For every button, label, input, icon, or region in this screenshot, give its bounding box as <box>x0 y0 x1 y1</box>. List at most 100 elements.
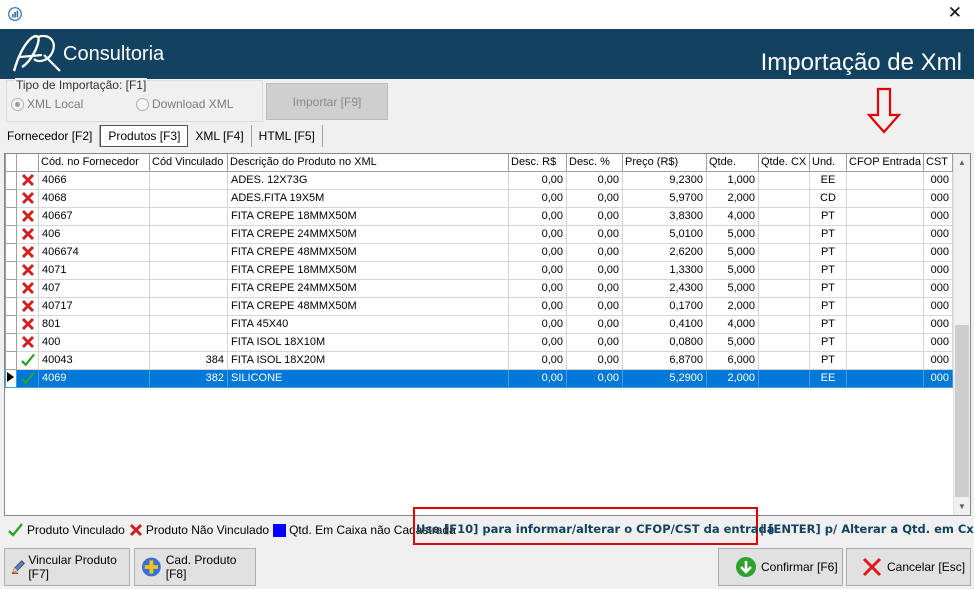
row-indicator[interactable] <box>5 170 17 190</box>
cell-und[interactable]: EE <box>809 170 847 190</box>
col-descricao[interactable]: Descrição do Produto no XML <box>227 154 509 172</box>
cell-desc-rs[interactable]: 0,00 <box>508 188 567 208</box>
cell-desc-rs[interactable]: 0,00 <box>508 242 567 262</box>
cell-desc-rs[interactable]: 0,00 <box>508 260 567 280</box>
cell-qtde[interactable]: 5,000 <box>706 278 759 298</box>
cell-preco[interactable]: 2,4300 <box>622 278 707 298</box>
table-row[interactable]: 407 FITA CREPE 24MMX50M 0,00 0,00 2,4300 5,00… <box>5 278 953 298</box>
cell-preco[interactable]: 5,2900 <box>622 368 707 388</box>
col-cst[interactable]: CST <box>923 154 953 172</box>
col-desc-rs[interactable]: Desc. R$ <box>508 154 567 172</box>
close-icon[interactable]: ✕ <box>948 3 962 23</box>
cell-desc-rs[interactable]: 0,00 <box>508 314 567 334</box>
cell-vinc[interactable]: 382 <box>149 368 228 388</box>
cell-cod[interactable]: 40717 <box>38 296 150 316</box>
cell-cfop[interactable] <box>846 332 924 352</box>
cell-vinc[interactable] <box>149 314 228 334</box>
cell-vinc[interactable] <box>149 224 228 244</box>
cell-cod[interactable]: 407 <box>38 278 150 298</box>
col-qtde[interactable]: Qtde. <box>706 154 759 172</box>
cell-cfop[interactable] <box>846 224 924 244</box>
cell-cod[interactable]: 4071 <box>38 260 150 280</box>
table-row[interactable]: 40667 FITA CREPE 18MMX50M 0,00 0,00 3,8300 4,… <box>5 206 953 226</box>
cell-desc-rs[interactable]: 0,00 <box>508 296 567 316</box>
cell-cod[interactable]: 801 <box>38 314 150 334</box>
col-und[interactable]: Und. <box>809 154 847 172</box>
cell-cst[interactable]: 000 <box>923 170 953 190</box>
radio-download-xml[interactable]: Download XML <box>136 97 233 111</box>
cell-und[interactable]: PT <box>809 278 847 298</box>
cancelar-button[interactable]: Cancelar [Esc] <box>846 548 971 586</box>
cell-desc-pct[interactable]: 0,00 <box>566 242 623 262</box>
table-row[interactable]: 4066 ADES. 12X73G 0,00 0,00 9,2300 1,000 EE 000 <box>5 170 953 190</box>
cell-desc-pct[interactable]: 0,00 <box>566 368 623 388</box>
cell-cod[interactable]: 4069 <box>38 368 150 388</box>
row-indicator[interactable] <box>5 242 17 262</box>
vertical-scrollbar[interactable]: ▲ ▼ <box>953 154 970 515</box>
cell-qtde-cx[interactable] <box>758 278 810 298</box>
table-row[interactable]: 40043 384 FITA ISOL 18X20M 0,00 0,00 6,8700 6,… <box>5 350 953 370</box>
table-row[interactable]: 406674 FITA CREPE 48MMX50M 0,00 0,00 2,6200 5… <box>5 242 953 262</box>
cell-cfop[interactable] <box>846 350 924 370</box>
table-row[interactable]: 406 FITA CREPE 24MMX50M 0,00 0,00 5,0100 5,00… <box>5 224 953 244</box>
row-indicator[interactable] <box>5 206 17 226</box>
row-indicator[interactable] <box>5 278 17 298</box>
cell-vinc[interactable] <box>149 260 228 280</box>
cell-desc[interactable]: FITA ISOL 18X10M <box>227 332 509 352</box>
cell-cod[interactable]: 40667 <box>38 206 150 226</box>
cell-cst[interactable]: 000 <box>923 278 953 298</box>
cell-vinc[interactable] <box>149 170 228 190</box>
cell-qtde-cx[interactable] <box>758 224 810 244</box>
col-qtde-cx[interactable]: Qtde. CX <box>758 154 810 172</box>
cell-qtde[interactable]: 5,000 <box>706 332 759 352</box>
cell-desc-rs[interactable]: 0,00 <box>508 350 567 370</box>
cell-qtde-cx[interactable] <box>758 368 810 388</box>
cell-cfop[interactable] <box>846 314 924 334</box>
cell-qtde[interactable]: 6,000 <box>706 350 759 370</box>
cell-preco[interactable]: 0,0800 <box>622 332 707 352</box>
radio-xml-local[interactable]: XML Local <box>11 97 83 111</box>
cell-qtde-cx[interactable] <box>758 350 810 370</box>
cell-cst[interactable]: 000 <box>923 296 953 316</box>
scroll-thumb[interactable] <box>955 325 969 497</box>
cell-cst[interactable]: 000 <box>923 242 953 262</box>
cell-preco[interactable]: 6,8700 <box>622 350 707 370</box>
cell-cod[interactable]: 406674 <box>38 242 150 262</box>
cell-desc-pct[interactable]: 0,00 <box>566 296 623 316</box>
cell-und[interactable]: PT <box>809 314 847 334</box>
cell-desc-rs[interactable]: 0,00 <box>508 278 567 298</box>
cell-qtde[interactable]: 5,000 <box>706 260 759 280</box>
cell-vinc[interactable] <box>149 206 228 226</box>
table-row[interactable]: 4068 ADES.FITA 19X5M 0,00 0,00 5,9700 2,000 CD… <box>5 188 953 208</box>
cell-preco[interactable]: 0,4100 <box>622 314 707 334</box>
cell-desc-rs[interactable]: 0,00 <box>508 206 567 226</box>
table-row[interactable]: 4071 FITA CREPE 18MMX50M 0,00 0,00 1,3300 5,0… <box>5 260 953 280</box>
cell-vinc[interactable] <box>149 296 228 316</box>
cell-preco[interactable]: 5,0100 <box>622 224 707 244</box>
radio-dot[interactable] <box>136 97 149 111</box>
row-indicator[interactable] <box>5 314 17 334</box>
cell-desc-pct[interactable]: 0,00 <box>566 278 623 298</box>
cell-preco[interactable]: 0,1700 <box>622 296 707 316</box>
cell-cfop[interactable] <box>846 170 924 190</box>
cell-und[interactable]: EE <box>809 368 847 388</box>
cell-cst[interactable]: 000 <box>923 188 953 208</box>
cell-und[interactable]: PT <box>809 350 847 370</box>
cell-qtde[interactable]: 4,000 <box>706 314 759 334</box>
cell-cfop[interactable] <box>846 206 924 226</box>
cell-qtde-cx[interactable] <box>758 260 810 280</box>
cell-vinc[interactable] <box>149 242 228 262</box>
cell-cfop[interactable] <box>846 368 924 388</box>
cell-desc[interactable]: FITA CREPE 18MMX50M <box>227 206 509 226</box>
cell-cst[interactable]: 000 <box>923 314 953 334</box>
cell-vinc[interactable] <box>149 188 228 208</box>
scroll-up-icon[interactable]: ▲ <box>958 158 966 167</box>
cell-cst[interactable]: 000 <box>923 332 953 352</box>
cell-desc[interactable]: FITA 45X40 <box>227 314 509 334</box>
cad-produto-button[interactable]: Cad. Produto [F8] <box>134 548 256 586</box>
cell-und[interactable]: CD <box>809 188 847 208</box>
table-row[interactable]: 4069 382 SILICONE 0,00 0,00 5,2900 2,000 EE 000 <box>5 368 953 388</box>
row-indicator[interactable] <box>5 260 17 280</box>
cell-desc-rs[interactable]: 0,00 <box>508 170 567 190</box>
cell-qtde-cx[interactable] <box>758 242 810 262</box>
